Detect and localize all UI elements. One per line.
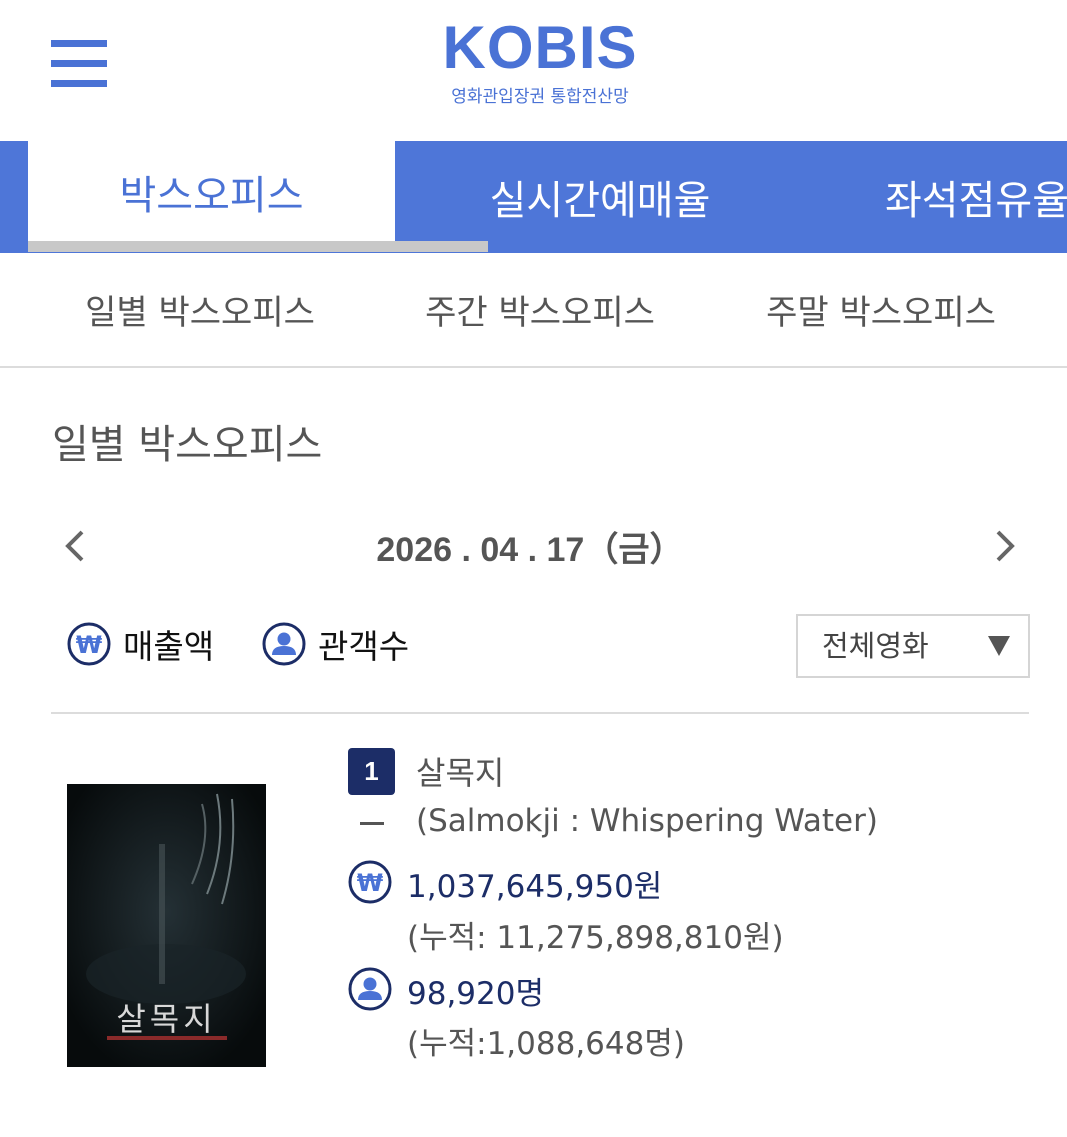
app-header: KOBIS 영화관입장권 통합전산망: [0, 0, 1067, 141]
subtab-weekend[interactable]: 주말 박스오피스: [731, 253, 1031, 366]
cumulative-sales: (누적: 11,275,898,810원): [407, 920, 784, 956]
person-icon: [262, 622, 306, 666]
hamburger-menu-icon[interactable]: [51, 40, 107, 88]
daily-audience: 98,920명: [407, 976, 544, 1012]
svg-text:₩: ₩: [357, 869, 384, 897]
audience-toggle[interactable]: 관객수: [262, 621, 409, 667]
rank-change-indicator: [360, 822, 384, 825]
audience-toggle-label: 관객수: [318, 627, 410, 666]
movie-filter-select[interactable]: 전체영화: [796, 614, 1030, 678]
logo-subtitle: 영화관입장권 통합전산망: [451, 87, 629, 107]
current-date: 2026 . 04 . 17（금）: [376, 530, 684, 569]
cumulative-audience: (누적:1,088,648명): [407, 1026, 685, 1062]
daily-sales: 1,037,645,950원: [407, 869, 663, 905]
logo-title: KOBIS: [442, 14, 638, 81]
movie-filter-value: 전체영화: [822, 629, 929, 663]
page-title: 일별 박스오피스: [52, 422, 323, 468]
subtab-daily[interactable]: 일별 박스오피스: [50, 253, 350, 366]
svg-text:₩: ₩: [76, 631, 103, 659]
person-icon: [348, 967, 392, 1011]
movie-poster[interactable]: 살목지: [67, 784, 266, 1067]
movie-title-english: (Salmokji : Whispering Water): [416, 803, 878, 839]
tab-seat-occupancy[interactable]: 좌석점유율: [885, 141, 1067, 253]
date-navigator: 2026 . 04 . 17（금）: [0, 510, 1067, 582]
won-icon: ₩: [67, 622, 111, 666]
tab-boxoffice[interactable]: 박스오피스: [28, 141, 395, 242]
divider: [51, 712, 1029, 714]
kobis-logo[interactable]: KOBIS 영화관입장권 통합전산망: [430, 14, 650, 108]
won-icon: ₩: [348, 860, 392, 904]
chevron-left-icon[interactable]: [56, 524, 96, 568]
movie-title[interactable]: 살목지: [416, 748, 504, 794]
sales-toggle[interactable]: ₩ 매출액: [67, 621, 214, 667]
main-tabs: 박스오피스 실시간예매율 좌석점유율: [0, 141, 1067, 253]
chevron-right-icon[interactable]: [984, 524, 1024, 568]
subtab-weekly[interactable]: 주간 박스오피스: [390, 253, 690, 366]
poster-title: 살목지: [116, 1000, 217, 1038]
caret-down-icon: [988, 636, 1010, 656]
sales-toggle-label: 매출액: [123, 627, 215, 666]
tab-realtime-reservation[interactable]: 실시간예매율: [395, 141, 805, 253]
sub-tabs: 일별 박스오피스 주간 박스오피스 주말 박스오피스: [0, 253, 1067, 368]
poster-tagline: [107, 1036, 227, 1040]
active-tab-indicator: [28, 241, 488, 252]
rank-badge: 1: [348, 748, 395, 795]
